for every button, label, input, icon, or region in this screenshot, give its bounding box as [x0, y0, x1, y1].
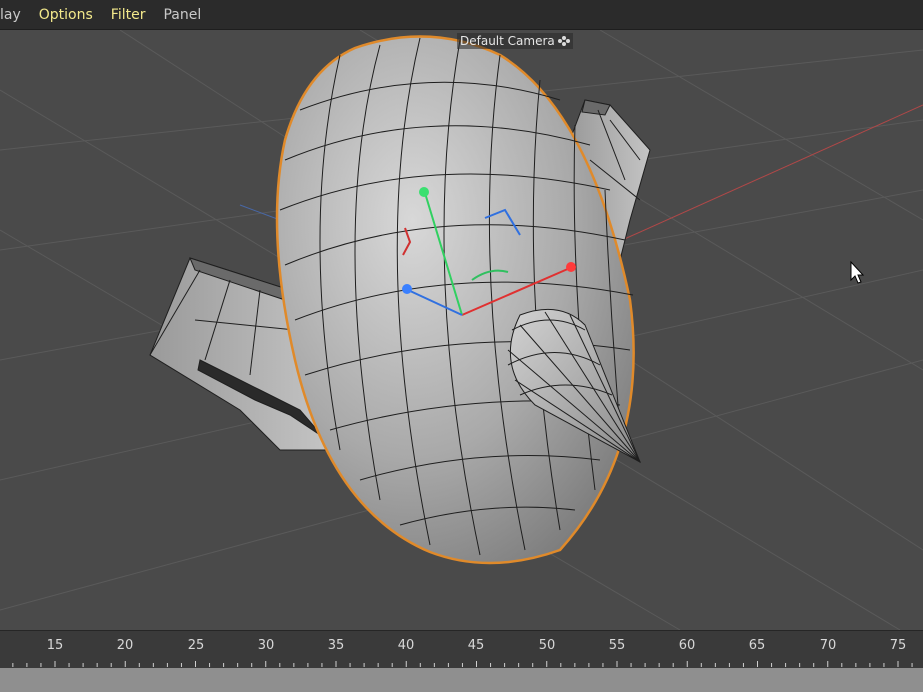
menu-filter[interactable]: Filter	[102, 7, 155, 23]
mouse-cursor-icon	[850, 260, 865, 284]
tick-label: 60	[678, 638, 696, 653]
tick-label: 15	[46, 638, 64, 653]
tick-label: 20	[116, 638, 134, 653]
camera-label[interactable]: Default Camera	[457, 33, 573, 49]
viewport-menubar: lay Options Filter Panel	[0, 0, 923, 30]
world-x-axis	[599, 104, 923, 251]
tick-label: 70	[819, 638, 837, 653]
tick-label: 55	[608, 638, 626, 653]
tick-label: 75	[889, 638, 907, 653]
tick-label: 25	[187, 638, 205, 653]
tick-label: 50	[538, 638, 556, 653]
camera-name: Default Camera	[460, 34, 555, 48]
tick-label: 65	[748, 638, 766, 653]
tick-label: 40	[397, 638, 415, 653]
timeline-ruler[interactable]: 15 20 25 30 35 40 45 50 55 60 65 70 75	[0, 630, 923, 669]
world-z-axis	[239, 204, 281, 221]
status-bar	[0, 668, 923, 692]
3d-viewport[interactable]: Default Camera	[0, 30, 923, 630]
menu-options[interactable]: Options	[30, 7, 102, 23]
tick-label: 35	[327, 638, 345, 653]
menu-display[interactable]: lay	[0, 7, 30, 23]
timeline-ticks	[12, 661, 913, 667]
camera-dots-icon[interactable]	[557, 36, 570, 46]
tick-label: 30	[257, 638, 275, 653]
menu-panel[interactable]: Panel	[154, 7, 210, 23]
viewport-scene	[0, 30, 923, 630]
tick-label: 45	[467, 638, 485, 653]
